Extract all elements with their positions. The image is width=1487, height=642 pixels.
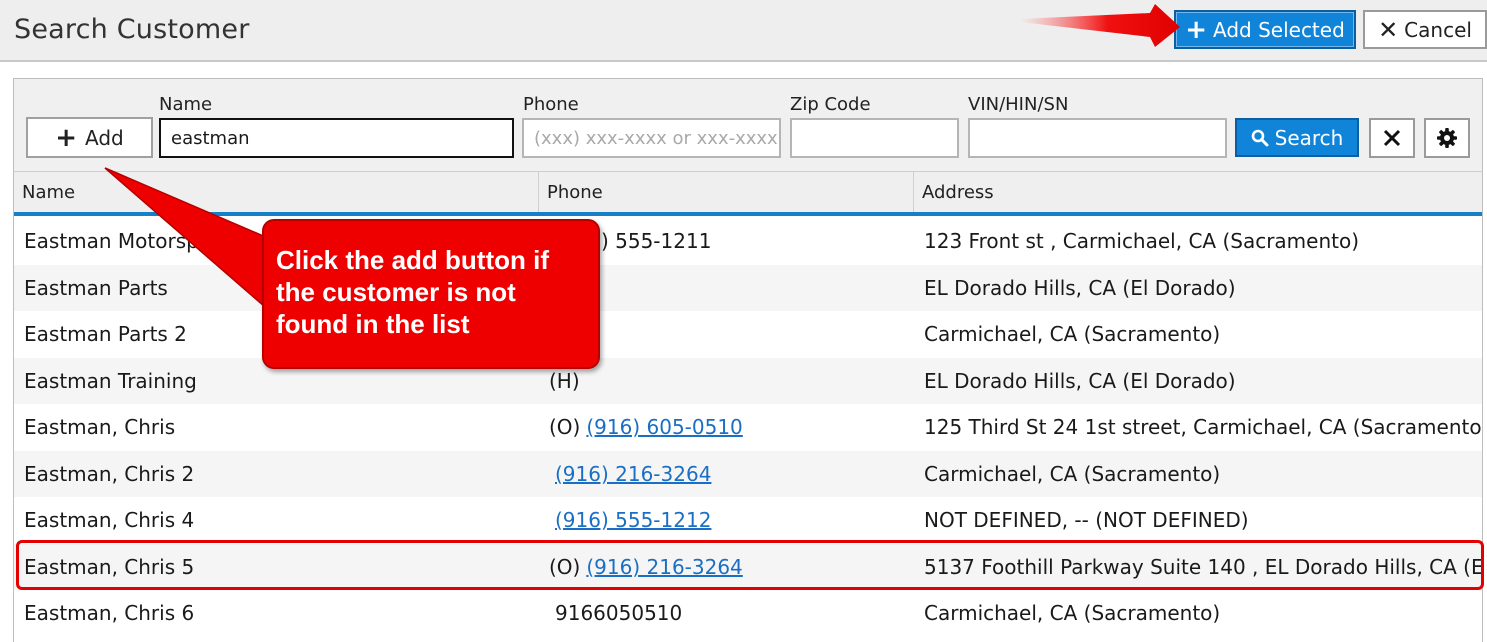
phone-cell: (916) 555-1212	[549, 497, 909, 543]
table-row[interactable]: Eastman, Chris 6 9166050510 Carmichael, CA…	[14, 590, 1482, 636]
phone-cell: (H)	[549, 358, 909, 404]
phone-number: 9166050510	[555, 601, 683, 625]
column-header-name[interactable]: Name	[14, 172, 539, 213]
add-label: Add	[85, 125, 124, 150]
dialog-header: Search Customer + Add Selected ✕ Cancel	[0, 0, 1487, 62]
address-cell: 123 Front st , Carmichael, CA (Sacrament…	[924, 229, 1360, 253]
phone-cell	[549, 311, 909, 357]
table-row[interactable]: Eastman Parts EL Dorado Hills, CA (El Dor…	[14, 265, 1482, 311]
search-button[interactable]: Search	[1235, 118, 1359, 157]
column-header-address[interactable]: Address	[914, 172, 1482, 213]
close-icon	[1383, 129, 1401, 147]
add-selected-label: Add Selected	[1213, 17, 1345, 42]
address-cell: Carmichael, CA (Sacramento)	[924, 462, 1221, 486]
table-row[interactable]: Eastman Parts 2 Carmichael, CA (Sacrament…	[14, 311, 1482, 357]
phone-input[interactable]: (xxx) xxx-xxxx or xxx-xxxx	[522, 118, 781, 158]
vin-field-label: VIN/HIN/SN	[968, 94, 1069, 115]
address-cell: NOT DEFINED, -- (NOT DEFINED)	[924, 508, 1249, 532]
phone-cell	[549, 265, 909, 311]
add-customer-button[interactable]: + Add	[26, 117, 153, 158]
table-header: Name Phone Address	[14, 171, 1482, 216]
zip-input[interactable]	[790, 118, 959, 158]
address-cell: EL Dorado Hills, CA (El Dorado)	[924, 369, 1236, 393]
search-bar: + Add Name eastman Phone (xxx) xxx-xxxx …	[14, 79, 1482, 171]
plus-icon: +	[55, 122, 78, 153]
phone-field-label: Phone	[523, 94, 579, 115]
phone-link[interactable]: (916) 216-3264	[555, 462, 711, 486]
customer-name-cell: Eastman, Chris 4	[24, 508, 195, 532]
gear-icon	[1437, 128, 1457, 148]
phone-link[interactable]: (916) 605-0510	[586, 415, 742, 439]
magnifier-icon	[1251, 129, 1269, 146]
plus-icon: +	[1185, 14, 1207, 45]
annotation-callout: Click the add button if the customer is …	[262, 219, 600, 369]
name-input-value: eastman	[171, 127, 250, 149]
address-cell: Carmichael, CA (Sacramento)	[924, 322, 1221, 346]
address-cell: Carmichael, CA (Sacramento)	[924, 601, 1221, 625]
customer-name-cell: Eastman, Chris 2	[24, 462, 195, 486]
vin-input[interactable]	[968, 118, 1227, 158]
settings-button[interactable]	[1424, 118, 1470, 158]
highlighted-row-outline	[16, 540, 1484, 590]
phone-cell: 9166050510	[549, 590, 909, 636]
table-row[interactable]: Eastman Training (H) EL Dorado Hills, CA (…	[14, 358, 1482, 404]
name-input[interactable]: eastman	[159, 118, 514, 158]
header-accent-line	[14, 212, 1482, 216]
page-title: Search Customer	[14, 14, 250, 45]
column-header-phone[interactable]: Phone	[539, 172, 914, 213]
phone-cell: (O) (916) 605-0510	[549, 404, 909, 450]
search-label: Search	[1274, 125, 1344, 150]
customer-name-cell: Eastman, Chris	[24, 415, 176, 439]
phone-input-placeholder: (xxx) xxx-xxxx or xxx-xxxx	[534, 127, 778, 149]
table-row[interactable]: Eastman Motorsports (555) 555-1211 123 Fro…	[14, 218, 1482, 264]
address-cell: 125 Third St 24 1st street, Carmichael, …	[924, 415, 1482, 439]
customer-name-cell: Eastman, Chris 6	[24, 601, 195, 625]
table-row[interactable]: Eastman, Chris 4 (916) 555-1212 NOT DEFINE…	[14, 497, 1482, 543]
address-cell: EL Dorado Hills, CA (El Dorado)	[924, 276, 1236, 300]
phone-type-label: (H)	[549, 369, 580, 393]
phone-cell: (916) 216-3264	[549, 451, 909, 497]
zip-field-label: Zip Code	[790, 94, 871, 115]
add-selected-button[interactable]: + Add Selected	[1174, 10, 1356, 49]
name-field-label: Name	[159, 94, 213, 115]
clear-search-button[interactable]	[1369, 118, 1415, 158]
table-row[interactable]: Eastman, Chris 2 (916) 216-3264 Carmichael…	[14, 451, 1482, 497]
cancel-button[interactable]: ✕ Cancel	[1363, 10, 1487, 49]
phone-cell: (555) 555-1211	[549, 218, 909, 264]
phone-type-label: (O)	[549, 415, 581, 439]
table-row[interactable]: Eastman, Chris (O) (916) 605-0510 125 Third…	[14, 404, 1482, 450]
cancel-label: Cancel	[1404, 17, 1472, 42]
close-icon: ✕	[1378, 15, 1399, 44]
phone-link[interactable]: (916) 555-1212	[555, 508, 711, 532]
